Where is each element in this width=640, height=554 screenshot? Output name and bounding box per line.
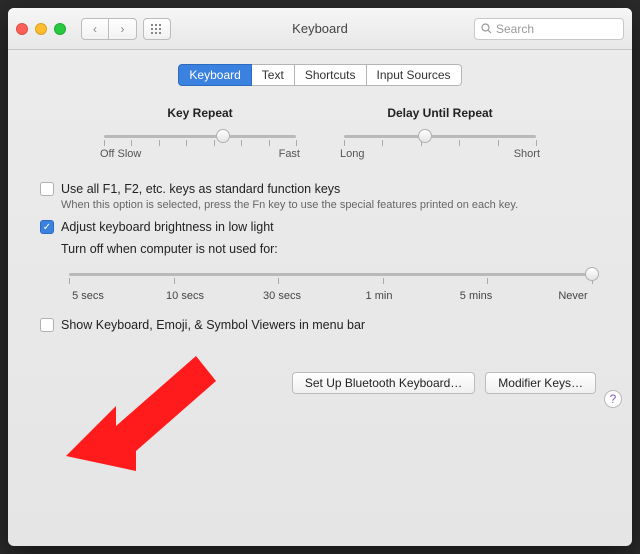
- turnoff-label: Turn off when computer is not used for:: [61, 242, 600, 256]
- zoom-icon[interactable]: [54, 23, 66, 35]
- turnoff-tick: 5 secs: [61, 290, 115, 302]
- turnoff-tick: 5 mins: [449, 290, 503, 302]
- show-viewers-label: Show Keyboard, Emoji, & Symbol Viewers i…: [61, 318, 365, 332]
- tab-bar: KeyboardTextShortcutsInput Sources: [8, 64, 632, 86]
- setup-bluetooth-button[interactable]: Set Up Bluetooth Keyboard…: [292, 372, 475, 394]
- turnoff-tick: 1 min: [352, 290, 406, 302]
- show-all-button[interactable]: [143, 18, 171, 40]
- panel-body: Key Repeat Off Slow Fast Delay Until Rep…: [8, 86, 632, 416]
- search-icon: [481, 23, 492, 34]
- close-icon[interactable]: [16, 23, 28, 35]
- key-repeat-label: Key Repeat: [100, 106, 300, 120]
- dr-left: Long: [340, 148, 364, 160]
- grid-icon: [151, 24, 163, 34]
- search-placeholder: Search: [496, 22, 534, 36]
- tab-shortcuts[interactable]: Shortcuts: [295, 64, 367, 86]
- nav-group: ‹ ›: [81, 18, 137, 40]
- titlebar: ‹ › Keyboard Search: [8, 8, 632, 50]
- modifier-keys-button[interactable]: Modifier Keys…: [485, 372, 596, 394]
- turnoff-tick: 30 secs: [255, 290, 309, 302]
- slider-knob[interactable]: [585, 267, 599, 281]
- use-fkeys-hint: When this option is selected, press the …: [61, 198, 518, 212]
- kr-left: Off Slow: [100, 148, 141, 160]
- search-input[interactable]: Search: [474, 18, 624, 40]
- tab-input-sources[interactable]: Input Sources: [367, 64, 462, 86]
- show-viewers-checkbox[interactable]: [40, 318, 54, 332]
- key-repeat-slider[interactable]: Key Repeat Off Slow Fast: [100, 106, 300, 160]
- use-fkeys-label: Use all F1, F2, etc. keys as standard fu…: [61, 182, 518, 196]
- kr-right: Fast: [279, 148, 300, 160]
- use-fkeys-block: Use all F1, F2, etc. keys as standard fu…: [61, 182, 518, 212]
- turnoff-tick: 10 secs: [158, 290, 212, 302]
- adjust-brightness-label: Adjust keyboard brightness in low light: [61, 220, 274, 234]
- dr-right: Short: [514, 148, 540, 160]
- annotation-arrow-icon: [66, 326, 216, 486]
- turnoff-tick: Never: [546, 290, 600, 302]
- minimize-icon[interactable]: [35, 23, 47, 35]
- forward-button[interactable]: ›: [109, 18, 137, 40]
- slider-knob[interactable]: [216, 129, 230, 143]
- tab-keyboard[interactable]: Keyboard: [178, 64, 251, 86]
- turnoff-slider[interactable]: [69, 264, 592, 284]
- slider-knob[interactable]: [418, 129, 432, 143]
- help-button[interactable]: ?: [604, 390, 622, 408]
- window: ‹ › Keyboard Search KeyboardTextShortcut…: [8, 8, 632, 546]
- dr-label: Delay Until Repeat: [340, 106, 540, 120]
- back-button[interactable]: ‹: [81, 18, 109, 40]
- use-fkeys-checkbox[interactable]: [40, 182, 54, 196]
- tab-text[interactable]: Text: [252, 64, 295, 86]
- delay-repeat-slider[interactable]: Delay Until Repeat Long Short: [340, 106, 540, 160]
- adjust-brightness-checkbox[interactable]: ✓: [40, 220, 54, 234]
